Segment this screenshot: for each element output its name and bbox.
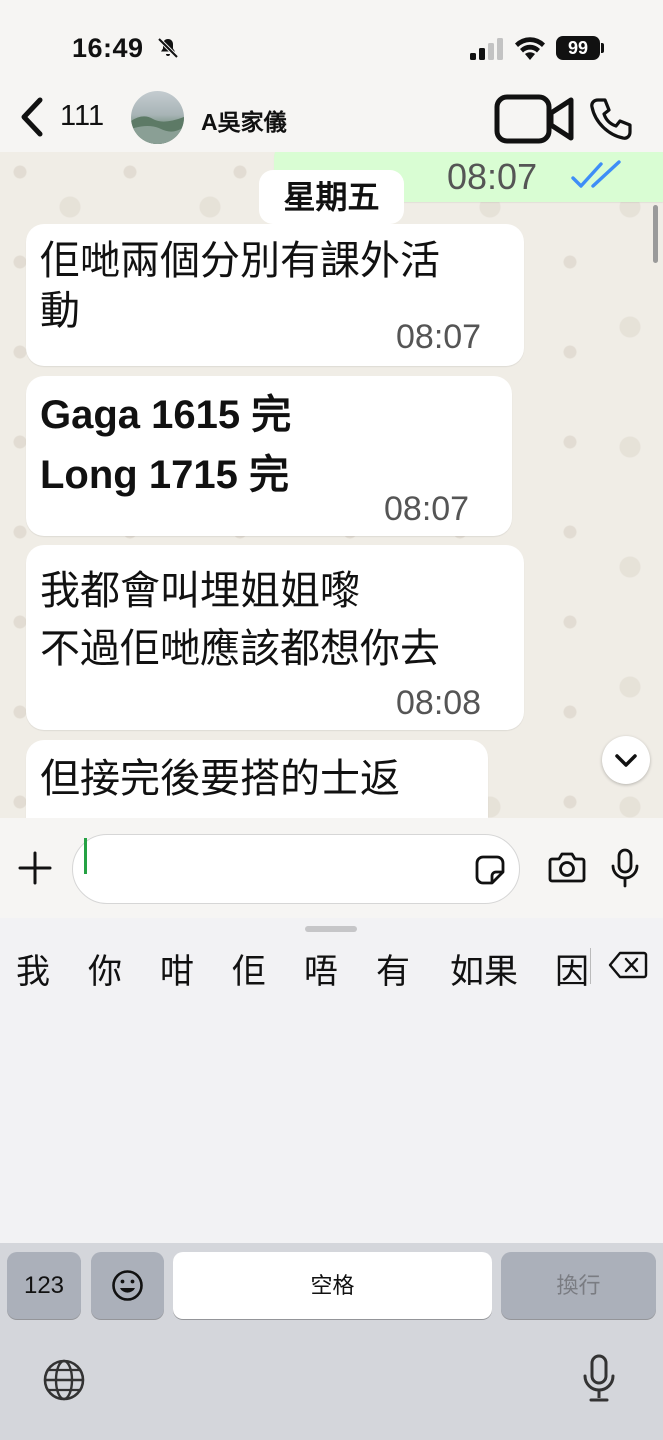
message-text-line: 我都會叫埋姐姐嚟 [40,569,360,613]
candidate-word[interactable]: 如果 [450,944,518,993]
text-cursor [84,838,87,874]
candidate-divider [590,948,591,984]
space-key[interactable]: 空格 [173,1252,492,1319]
wifi-icon [515,37,545,60]
candidate-word[interactable]: 咁 [160,944,194,993]
candidate-word[interactable]: 佢 [232,944,266,993]
scroll-indicator [653,205,658,263]
contact-name[interactable]: A吳家儀 [201,103,287,137]
message-text-line: Gaga 1615 完 [40,393,292,437]
candidate-word[interactable]: 有 [376,944,410,993]
message-text-line: 佢哋兩個分別有課外活 [40,239,440,283]
candidate-word[interactable]: 你 [88,944,122,993]
emoji-key[interactable] [91,1252,164,1319]
battery-indicator: 99 [556,36,600,60]
numbers-key[interactable]: 123 [7,1252,81,1319]
message-input[interactable] [72,834,520,904]
microphone-icon[interactable] [610,848,640,888]
candidate-word[interactable]: 因 [555,944,589,993]
read-receipt-ticks-icon [571,160,621,188]
video-call-icon[interactable] [494,92,576,146]
back-chevron-icon[interactable] [18,96,48,138]
date-separator-chip: 星期五 [259,170,404,224]
voice-call-icon[interactable] [588,96,634,142]
scroll-to-bottom-button[interactable] [602,736,650,784]
chat-area[interactable]: 08:07 佢哋兩個分別有課外活 動 08:07 Gaga 1615 完 Lon… [0,152,663,818]
plus-icon[interactable] [17,850,53,886]
contact-avatar[interactable] [131,91,184,144]
message-text-line: 但接完後要搭的士返 [40,757,400,801]
message-text-line: Long 1715 完 [40,453,289,497]
message-time: 08:07 [447,156,538,197]
battery-tip [601,43,604,53]
globe-icon[interactable] [42,1358,86,1402]
candidate-word[interactable]: 唔 [304,944,338,993]
message-text-line: 不過佢哋應該都想你去 [40,627,440,671]
return-key[interactable]: 換行 [501,1252,656,1319]
camera-icon[interactable] [548,850,586,884]
dictation-mic-icon[interactable] [582,1354,616,1404]
cellular-signal-icon [470,38,503,60]
back-unread-count[interactable]: 111 [60,100,104,133]
candidate-word[interactable]: 我 [16,944,50,993]
message-time: 08:07 [384,490,470,528]
backspace-icon[interactable] [608,950,648,980]
message-text-line: 動 [40,289,80,333]
candidate-expand-handle[interactable] [305,926,357,932]
sticker-icon[interactable] [474,854,506,886]
status-time: 16:49 [72,33,144,63]
chevron-down-icon [615,754,637,767]
bell-off-icon [157,37,179,59]
message-time: 08:07 [396,318,482,356]
emoji-icon [112,1270,143,1301]
message-time: 08:08 [396,684,482,722]
